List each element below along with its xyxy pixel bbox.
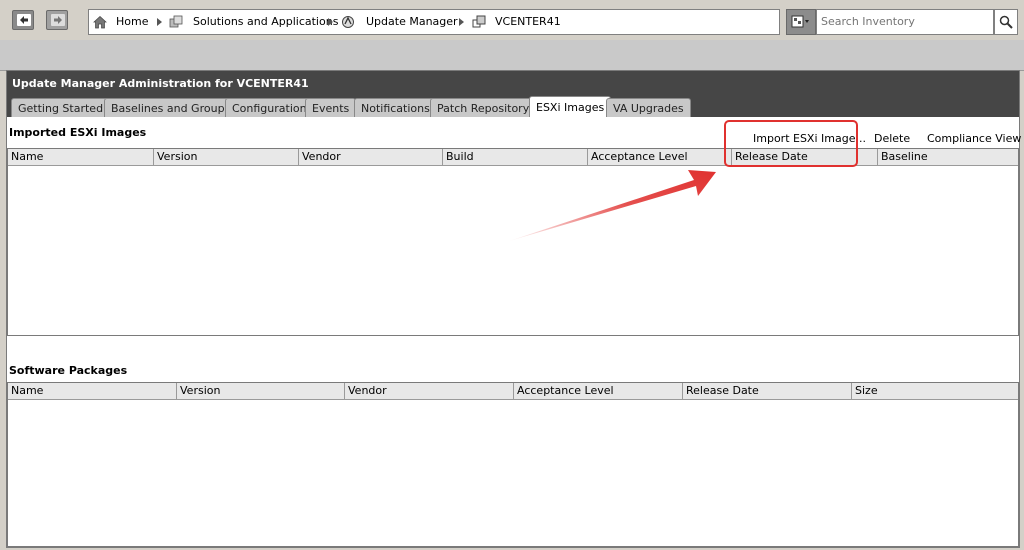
search-scope-button[interactable] bbox=[786, 9, 816, 35]
col-acceptance-level[interactable]: Acceptance Level bbox=[514, 383, 683, 399]
col-version[interactable]: Version bbox=[154, 149, 299, 165]
col-name[interactable]: Name bbox=[8, 383, 177, 399]
toolbar-band bbox=[0, 40, 1024, 71]
vcenter-icon bbox=[472, 15, 486, 28]
home-icon bbox=[93, 16, 107, 29]
search-button[interactable] bbox=[994, 9, 1018, 35]
chevron-right-icon bbox=[328, 18, 333, 26]
col-name[interactable]: Name bbox=[8, 149, 154, 165]
back-button[interactable] bbox=[12, 10, 34, 30]
col-version[interactable]: Version bbox=[177, 383, 345, 399]
delete-link[interactable]: Delete bbox=[874, 132, 910, 145]
breadcrumb-solutions[interactable]: Solutions and Applications bbox=[193, 10, 338, 34]
software-packages-table: Name Version Vendor Acceptance Level Rel… bbox=[7, 382, 1019, 547]
chevron-right-icon bbox=[157, 18, 162, 26]
arrow-left-icon bbox=[17, 14, 31, 26]
panel-header: Update Manager Administration for VCENTE… bbox=[7, 71, 1019, 117]
tab-esxi-images[interactable]: ESXi Images bbox=[529, 96, 612, 117]
compliance-view-link[interactable]: Compliance View bbox=[927, 132, 1021, 145]
arrow-right-icon bbox=[51, 14, 65, 26]
table-header: Name Version Vendor Build Acceptance Lev… bbox=[8, 149, 1018, 166]
breadcrumb: Home Solutions and Applications Update M… bbox=[88, 9, 780, 35]
chevron-right-icon bbox=[459, 18, 464, 26]
col-baseline[interactable]: Baseline bbox=[878, 149, 1018, 165]
tab-getting-started[interactable]: Getting Started bbox=[11, 98, 111, 117]
tab-patch-repository[interactable]: Patch Repository bbox=[430, 98, 537, 117]
imported-images-title: Imported ESXi Images bbox=[9, 126, 147, 139]
col-build[interactable]: Build bbox=[443, 149, 588, 165]
inventory-scope-icon bbox=[791, 15, 809, 28]
solutions-icon bbox=[169, 15, 183, 28]
breadcrumb-vcenter[interactable]: VCENTER41 bbox=[495, 10, 561, 34]
tab-baselines-and-groups[interactable]: Baselines and Groups bbox=[104, 98, 238, 117]
col-vendor[interactable]: Vendor bbox=[299, 149, 443, 165]
breadcrumb-home[interactable]: Home bbox=[116, 10, 148, 34]
navigation-bar: Home Solutions and Applications Update M… bbox=[0, 0, 1024, 40]
update-manager-icon bbox=[342, 16, 354, 28]
col-size[interactable]: Size bbox=[852, 383, 1018, 399]
search-input[interactable] bbox=[817, 10, 999, 32]
highlight-box bbox=[724, 120, 858, 167]
search-icon bbox=[999, 15, 1013, 29]
col-vendor[interactable]: Vendor bbox=[345, 383, 514, 399]
col-acceptance-level[interactable]: Acceptance Level bbox=[588, 149, 732, 165]
page-title: Update Manager Administration for VCENTE… bbox=[12, 77, 309, 90]
admin-panel: Update Manager Administration for VCENTE… bbox=[6, 70, 1021, 548]
tab-configuration[interactable]: Configuration bbox=[225, 98, 314, 117]
tab-events[interactable]: Events bbox=[305, 98, 357, 117]
tab-va-upgrades[interactable]: VA Upgrades bbox=[606, 98, 691, 117]
tab-notifications[interactable]: Notifications bbox=[354, 98, 437, 117]
forward-button[interactable] bbox=[46, 10, 68, 30]
col-release-date[interactable]: Release Date bbox=[683, 383, 852, 399]
search-box bbox=[816, 9, 999, 35]
breadcrumb-update-manager[interactable]: Update Manager bbox=[366, 10, 458, 34]
imported-images-table: Name Version Vendor Build Acceptance Lev… bbox=[7, 148, 1019, 336]
software-packages-title: Software Packages bbox=[9, 364, 128, 377]
table-header: Name Version Vendor Acceptance Level Rel… bbox=[8, 383, 1018, 400]
